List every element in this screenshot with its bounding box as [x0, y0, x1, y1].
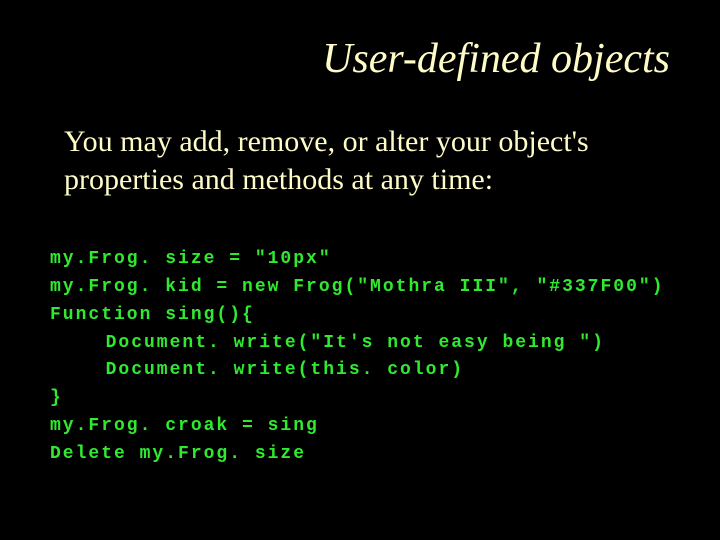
code-line: }	[50, 388, 63, 408]
slide-title: User-defined objects	[30, 35, 670, 83]
slide-body-text: You may add, remove, or alter your objec…	[40, 123, 690, 198]
slide: User-defined objects You may add, remove…	[0, 0, 720, 540]
code-line: Function sing(){	[50, 305, 255, 325]
code-line: my.Frog. size = "10px"	[50, 249, 332, 269]
code-line: my.Frog. kid = new Frog("Mothra III", "#…	[50, 277, 664, 297]
code-block: my.Frog. size = "10px" my.Frog. kid = ne…	[50, 218, 690, 497]
code-line: Delete my.Frog. size	[50, 444, 306, 464]
code-line: my.Frog. croak = sing	[50, 416, 319, 436]
code-line: Document. write(this. color)	[50, 357, 464, 385]
code-line: Document. write("It's not easy being ")	[50, 330, 605, 358]
